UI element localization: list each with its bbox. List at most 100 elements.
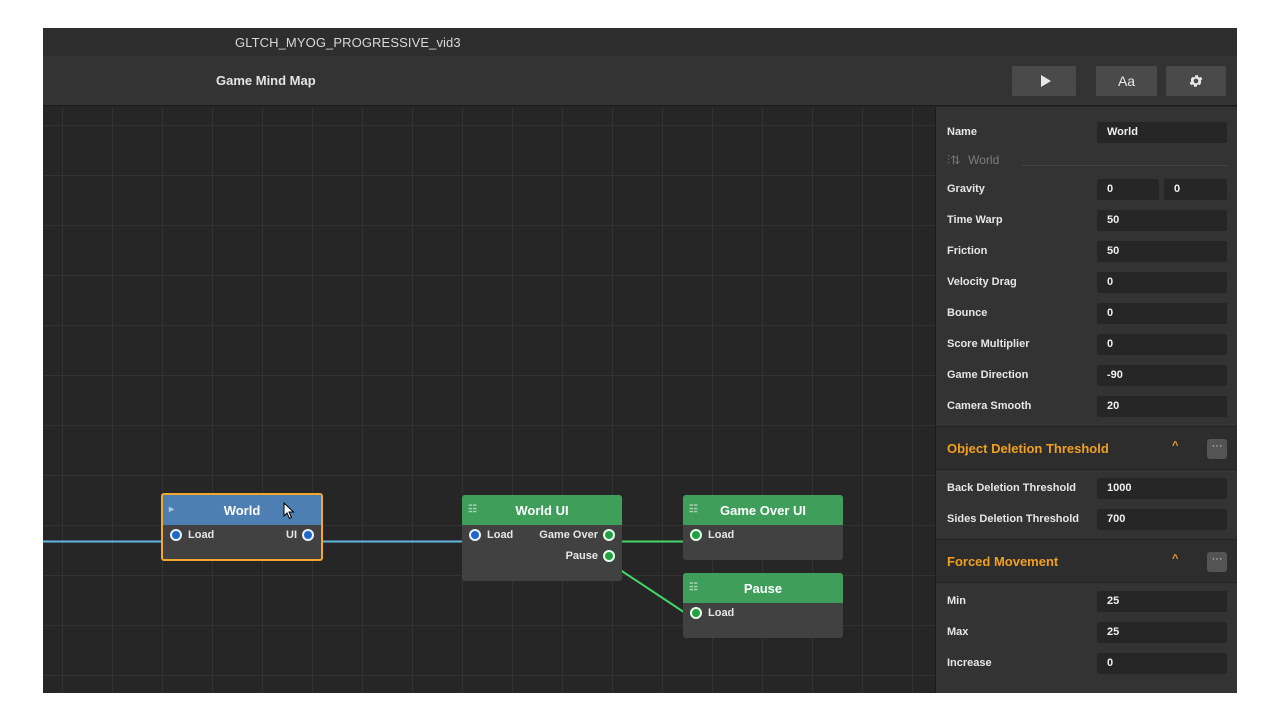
name-label: Name: [947, 126, 977, 138]
node-world[interactable]: ▸ World Load UI: [161, 493, 323, 561]
node-pause-row: Load: [683, 603, 843, 624]
map-title: Game Mind Map: [216, 73, 316, 88]
node-world-ui[interactable]: ☷ World UI Load Game Over Pause: [462, 495, 622, 581]
node-game-over-ui-header[interactable]: ☷ Game Over UI: [683, 495, 843, 525]
sides-deletion-threshold-field[interactable]: 700: [1097, 509, 1227, 530]
object-type-label: World: [968, 153, 1000, 167]
score-multiplier-field[interactable]: 0: [1097, 334, 1227, 355]
gravity-y-field[interactable]: 0: [1164, 179, 1227, 200]
property-row: Min 25: [936, 591, 1237, 613]
increase-field[interactable]: 0: [1097, 653, 1227, 674]
property-row: Score Multiplier 0: [936, 334, 1237, 356]
node-game-over-ui-load-label: Load: [708, 529, 735, 541]
node-world-port-row: Load UI: [163, 525, 321, 546]
node-world-ui-port[interactable]: [302, 529, 314, 541]
gravity-x-field[interactable]: 0: [1097, 179, 1159, 200]
window-title: GLTCH_MYOG_PROGRESSIVE_vid3: [235, 35, 461, 50]
chevron-up-icon[interactable]: ^: [1172, 553, 1178, 565]
node-game-over-ui-title: Game Over UI: [720, 502, 806, 518]
name-field[interactable]: World: [1097, 122, 1227, 143]
property-row: Sides Deletion Threshold 700: [936, 509, 1237, 531]
property-label: Camera Smooth: [947, 400, 1032, 412]
bounce-field[interactable]: 0: [1097, 303, 1227, 324]
node-world-ui-gameover-port[interactable]: [603, 529, 615, 541]
property-row: Friction 50: [936, 241, 1237, 263]
subtitle-divider: [1022, 165, 1227, 166]
gravity-label: Gravity: [947, 183, 985, 195]
node-world-header[interactable]: ▸ World: [163, 495, 321, 525]
node-world-load-label: Load: [188, 529, 215, 541]
property-label: Time Warp: [947, 214, 1003, 226]
node-game-over-ui[interactable]: ☷ Game Over UI Load: [683, 495, 843, 560]
property-label: Increase: [947, 657, 992, 669]
node-game-over-ui-load-port[interactable]: [690, 529, 702, 541]
app-window: GLTCH_MYOG_PROGRESSIVE_vid3 Game Mind Ma…: [43, 28, 1237, 693]
node-world-ui-label: UI: [286, 529, 297, 541]
node-game-over-ui-row: Load: [683, 525, 843, 546]
node-world-ui-load-port[interactable]: [469, 529, 481, 541]
camera-smooth-field[interactable]: 20: [1097, 396, 1227, 417]
node-pause[interactable]: ☷ Pause Load: [683, 573, 843, 638]
gear-icon: [1189, 75, 1203, 87]
more-options-button[interactable]: ···: [1207, 439, 1227, 459]
mouse-cursor-icon: [283, 502, 295, 520]
play-button[interactable]: [1012, 66, 1076, 96]
game-direction-field[interactable]: -90: [1097, 365, 1227, 386]
property-row: Increase 0: [936, 653, 1237, 675]
node-world-title: World: [223, 502, 261, 518]
entry-arrow-icon: ▸: [169, 504, 175, 515]
list-icon: ☷: [689, 504, 698, 515]
property-label: Sides Deletion Threshold: [947, 513, 1080, 525]
node-world-ui-load-label: Load: [487, 529, 514, 541]
property-label: Friction: [947, 245, 988, 257]
node-pause-header[interactable]: ☷ Pause: [683, 573, 843, 603]
gravity-row: Gravity 0 0: [936, 179, 1237, 201]
property-label: Velocity Drag: [947, 276, 1017, 288]
node-canvas[interactable]: ▸ World Load UI ☷ World UI Load Game Ove…: [43, 107, 935, 693]
property-label: Score Multiplier: [947, 338, 1030, 350]
name-row: Name World: [936, 122, 1237, 144]
chevron-up-icon[interactable]: ^: [1172, 440, 1178, 452]
node-pause-title: Pause: [743, 580, 783, 596]
property-row: Game Direction -90: [936, 365, 1237, 387]
title-bar: GLTCH_MYOG_PROGRESSIVE_vid3: [43, 28, 1237, 56]
more-options-button[interactable]: ···: [1207, 552, 1227, 572]
font-button-label: Aa: [1117, 73, 1136, 89]
property-row: Camera Smooth 20: [936, 396, 1237, 418]
property-label: Bounce: [947, 307, 988, 319]
property-row: Velocity Drag 0: [936, 272, 1237, 294]
node-pause-load-label: Load: [708, 607, 735, 619]
section-title: Object Deletion Threshold: [947, 441, 1109, 456]
property-row: Time Warp 50: [936, 210, 1237, 232]
section-object-deletion-threshold[interactable]: Object Deletion Threshold ^ ···: [936, 426, 1237, 470]
sliders-icon: ⫶⇅: [947, 153, 961, 167]
node-world-ui-pause-port[interactable]: [603, 550, 615, 562]
object-type-subtitle: ⫶⇅ World: [947, 153, 999, 168]
settings-button[interactable]: [1166, 66, 1226, 96]
node-world-ui-gameover-label: Game Over: [539, 529, 598, 541]
section-title: Forced Movement: [947, 554, 1059, 569]
min-field[interactable]: 25: [1097, 591, 1227, 612]
play-icon: [1040, 75, 1051, 87]
friction-field[interactable]: 50: [1097, 241, 1227, 262]
node-world-ui-row-2: Pause: [462, 546, 622, 567]
property-label: Min: [947, 595, 966, 607]
node-world-ui-title: World UI: [515, 502, 569, 518]
node-pause-load-port[interactable]: [690, 607, 702, 619]
max-field[interactable]: 25: [1097, 622, 1227, 643]
property-row: Bounce 0: [936, 303, 1237, 325]
section-forced-movement[interactable]: Forced Movement ^ ···: [936, 539, 1237, 583]
node-world-ui-pause-label: Pause: [565, 550, 598, 562]
velocity-drag-field[interactable]: 0: [1097, 272, 1227, 293]
property-row: Max 25: [936, 622, 1237, 644]
property-row: Back Deletion Threshold 1000: [936, 478, 1237, 500]
node-world-load-port[interactable]: [170, 529, 182, 541]
toolbar: Game Mind Map Aa: [43, 56, 1237, 106]
list-icon: ☷: [468, 504, 477, 515]
property-label: Back Deletion Threshold: [947, 482, 1076, 494]
back-deletion-threshold-field[interactable]: 1000: [1097, 478, 1227, 499]
font-button[interactable]: Aa: [1096, 66, 1157, 96]
node-world-ui-header[interactable]: ☷ World UI: [462, 495, 622, 525]
list-icon: ☷: [689, 582, 698, 593]
time-warp-field[interactable]: 50: [1097, 210, 1227, 231]
